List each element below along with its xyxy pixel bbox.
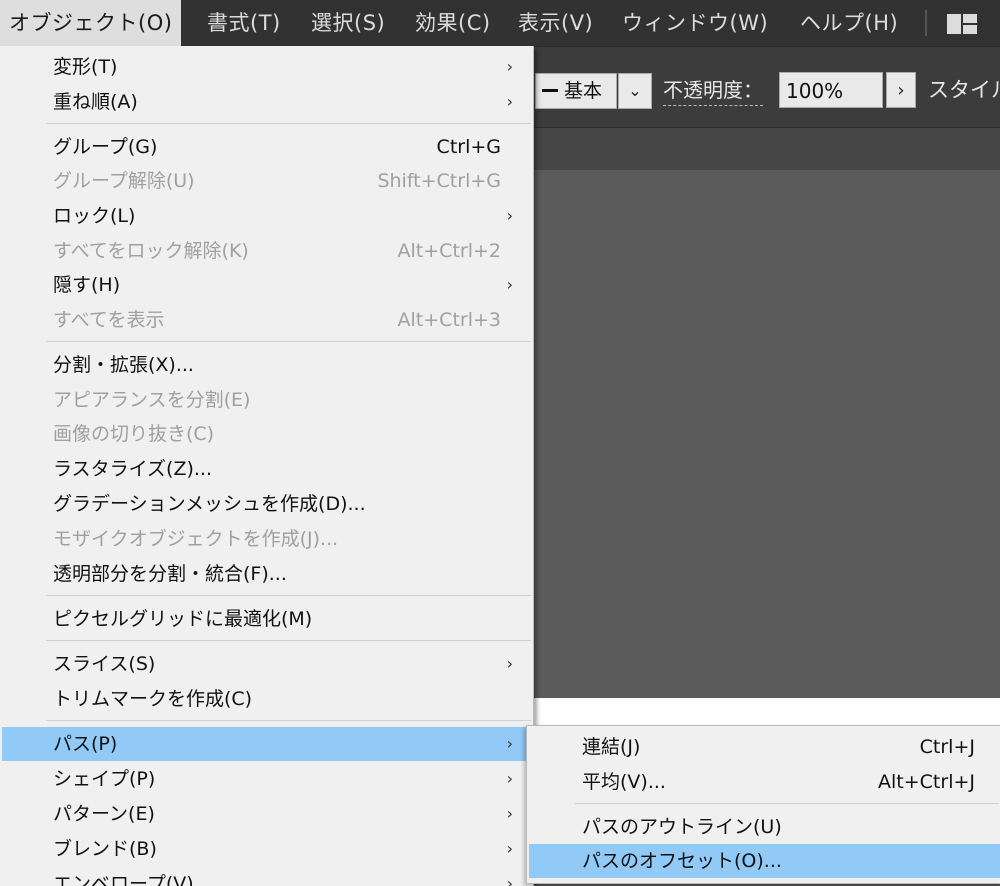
menu-item-label: 画像の切り抜き(C) — [53, 423, 215, 445]
menu-separator — [46, 123, 531, 124]
chevron-right-icon: › — [506, 839, 513, 858]
menu-item[interactable]: モザイクオブジェクトを作成(J)... — [2, 522, 529, 556]
menu-item[interactable]: トリムマークを作成(C) — [2, 682, 529, 716]
menu-item-label: アピアランスを分割(E) — [53, 389, 251, 411]
menu-bar-separator — [925, 10, 927, 36]
chevron-right-icon: › — [506, 57, 513, 76]
menu-separator — [46, 595, 531, 596]
menu-view[interactable]: 表示(V) — [518, 0, 593, 46]
menu-item[interactable]: ラスタライズ(Z)... — [2, 452, 529, 486]
opacity-input[interactable]: 100% — [779, 72, 883, 108]
submenu-item-label: パスのアウトライン(U) — [582, 816, 782, 838]
menu-item[interactable]: グループ解除(U) Shift+Ctrl+G — [2, 164, 529, 198]
menu-item[interactable]: パターン(E) › — [2, 797, 529, 831]
menu-item[interactable]: ブレンド(B) › — [2, 832, 529, 866]
chevron-right-icon[interactable]: › — [886, 72, 916, 108]
menu-separator — [46, 720, 531, 721]
menu-item[interactable]: ロック(L) › — [2, 199, 529, 233]
menu-item-label: 変形(T) — [53, 56, 118, 78]
submenu-item-label: パスのオフセット(O)... — [582, 850, 782, 872]
menu-item[interactable]: 重ね順(A) › — [2, 85, 529, 119]
menu-item[interactable]: アピアランスを分割(E) — [2, 383, 529, 417]
menu-item-label: パターン(E) — [53, 803, 155, 825]
workspace-layout-icon[interactable] — [946, 13, 978, 39]
menu-item-label: スライス(S) — [53, 653, 156, 675]
menu-item[interactable]: ピクセルグリッドに最適化(M) — [2, 602, 529, 636]
path-submenu: 連結(J) Ctrl+J 平均(V)... Alt+Ctrl+J パスのアウトライン(U… — [526, 725, 1000, 884]
submenu-item-label: 平均(V)... — [582, 771, 666, 793]
object-menu-dropdown: 変形(T) › 重ね順(A) › グループ(G) Ctrl+G グループ解除(U) Shift… — [0, 46, 534, 886]
menu-item-label: 分割・拡張(X)... — [53, 354, 194, 376]
menu-help[interactable]: ヘルプ(H) — [800, 0, 898, 46]
menu-item[interactable]: グラデーションメッシュを作成(D)... — [2, 487, 529, 521]
menu-item[interactable]: 透明部分を分割・統合(F)... — [2, 557, 529, 591]
menu-item-label: グループ(G) — [53, 136, 158, 158]
chevron-down-icon[interactable]: ⌄ — [618, 73, 652, 109]
opacity-label[interactable]: 不透明度： — [663, 73, 763, 106]
submenu-item-shortcut: Ctrl+J — [919, 736, 975, 758]
submenu-item[interactable]: 連結(J) Ctrl+J — [529, 730, 1000, 764]
style-label[interactable]: スタイル — [928, 73, 1000, 107]
menu-item-label: 重ね順(A) — [53, 91, 138, 113]
menu-separator — [46, 640, 531, 641]
menu-item-label: すべてを表示 — [53, 309, 165, 331]
menu-item-label: パス(P) — [53, 733, 118, 755]
menu-item-label: エンベロープ(V) — [53, 873, 194, 886]
submenu-item[interactable]: パスのオフセット(O)... — [529, 844, 1000, 878]
menu-bar: オブジェクト(O) 書式(T) 選択(S) 効果(C) 表示(V) ウィンドウ(… — [0, 0, 1000, 47]
chevron-right-icon: › — [506, 92, 513, 111]
submenu-item[interactable]: パスのアウトライン(U) — [529, 810, 1000, 844]
chevron-right-icon: › — [506, 734, 513, 753]
menu-item[interactable]: 隠す(H) › — [2, 268, 529, 302]
menu-item-shortcut: Alt+Ctrl+2 — [397, 240, 501, 262]
menu-item[interactable]: パス(P) › — [2, 727, 529, 761]
menu-item[interactable]: グループ(G) Ctrl+G — [2, 130, 529, 164]
chevron-right-icon: › — [506, 874, 513, 886]
menu-item[interactable]: すべてをロック解除(K) Alt+Ctrl+2 — [2, 234, 529, 268]
menu-item[interactable]: スライス(S) › — [2, 647, 529, 681]
submenu-item-label: 連結(J) — [582, 736, 641, 758]
menu-item-label: グラデーションメッシュを作成(D)... — [53, 493, 366, 515]
menu-item-shortcut: Ctrl+G — [436, 136, 501, 158]
menu-item[interactable]: 変形(T) › — [2, 50, 529, 84]
menu-item-shortcut: Alt+Ctrl+3 — [397, 309, 501, 331]
chevron-right-icon: › — [506, 206, 513, 225]
menu-item[interactable]: シェイプ(P) › — [2, 762, 529, 796]
submenu-item[interactable]: 平均(V)... Alt+Ctrl+J — [529, 765, 1000, 799]
chevron-right-icon: › — [506, 769, 513, 788]
menu-window[interactable]: ウィンドウ(W) — [622, 0, 768, 46]
menu-item-label: ラスタライズ(Z)... — [53, 458, 213, 480]
menu-item-label: ロック(L) — [53, 205, 136, 227]
stroke-style-select[interactable]: 基本 — [535, 73, 617, 109]
menu-separator — [46, 341, 531, 342]
chevron-right-icon: › — [506, 804, 513, 823]
menu-item-label: 隠す(H) — [53, 274, 121, 296]
menu-item-label: ピクセルグリッドに最適化(M) — [53, 608, 313, 630]
menu-type[interactable]: 書式(T) — [207, 0, 281, 46]
stroke-style-value: 基本 — [564, 80, 603, 102]
menu-item-shortcut: Shift+Ctrl+G — [377, 170, 501, 192]
menu-select[interactable]: 選択(S) — [311, 0, 385, 46]
menu-item[interactable]: すべてを表示 Alt+Ctrl+3 — [2, 303, 529, 337]
menu-object[interactable]: オブジェクト(O) — [0, 0, 182, 46]
stroke-line-icon — [542, 89, 558, 92]
menu-item-label: モザイクオブジェクトを作成(J)... — [53, 528, 339, 550]
menu-item[interactable]: エンベロープ(V) › — [2, 867, 529, 886]
submenu-item-shortcut: Alt+Ctrl+J — [878, 771, 975, 793]
menu-item-label: トリムマークを作成(C) — [53, 688, 253, 710]
menu-item-label: グループ解除(U) — [53, 170, 195, 192]
menu-item[interactable]: 画像の切り抜き(C) — [2, 417, 529, 451]
chevron-right-icon: › — [506, 654, 513, 673]
menu-effect[interactable]: 効果(C) — [415, 0, 491, 46]
menu-item[interactable]: 分割・拡張(X)... — [2, 348, 529, 382]
menu-item-label: ブレンド(B) — [53, 838, 157, 860]
menu-item-label: すべてをロック解除(K) — [53, 240, 249, 262]
menu-item-label: 透明部分を分割・統合(F)... — [53, 563, 287, 585]
menu-item-label: シェイプ(P) — [53, 768, 156, 790]
submenu-separator — [575, 803, 999, 804]
chevron-right-icon: › — [506, 275, 513, 294]
